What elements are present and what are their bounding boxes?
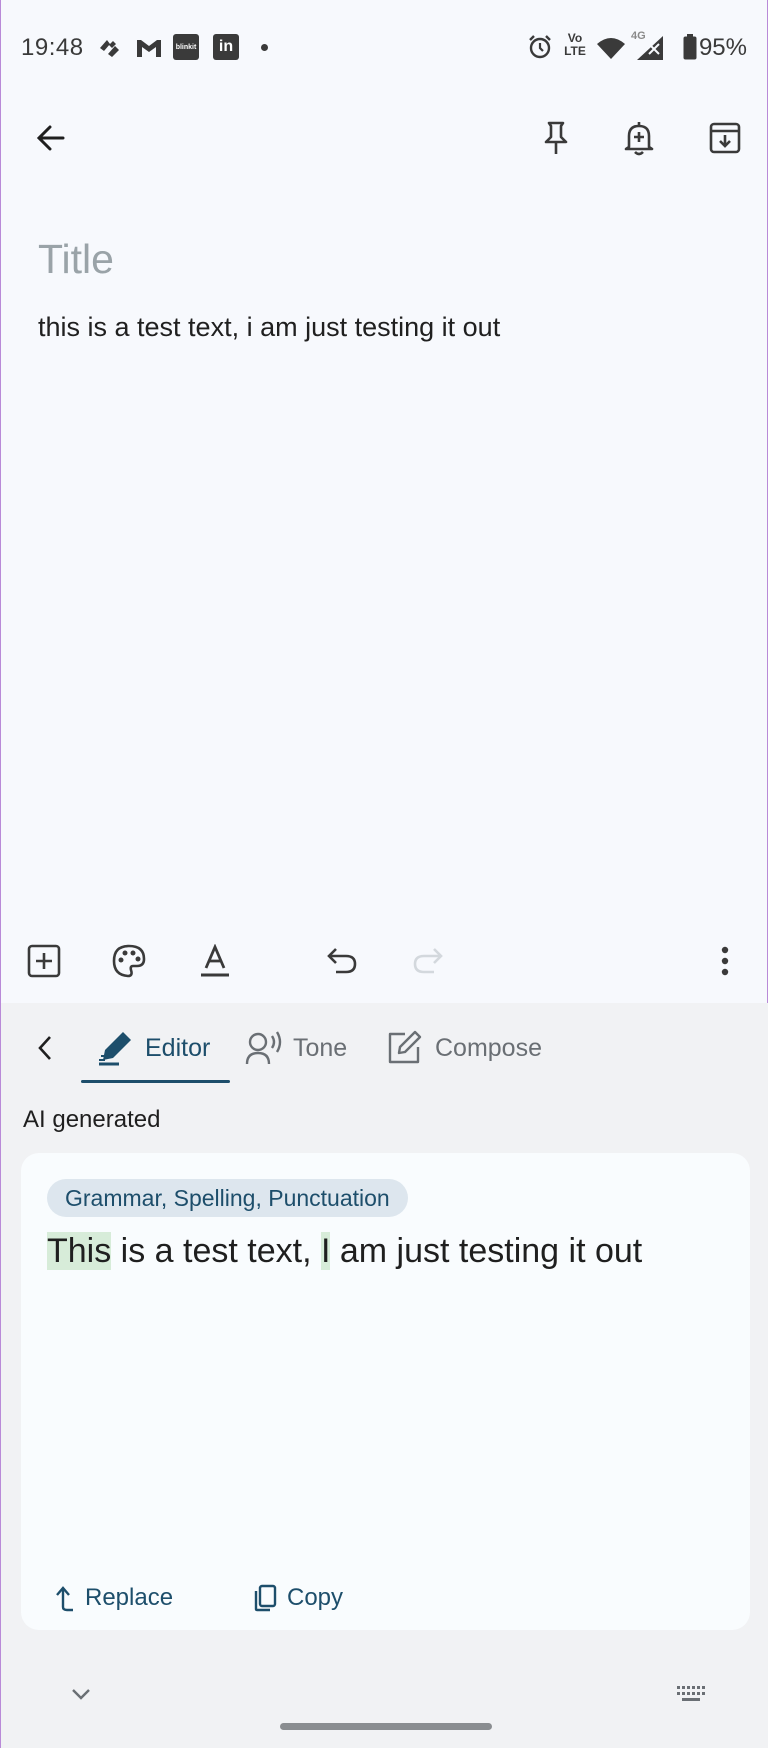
network-label: 4G xyxy=(631,30,646,42)
suggestion-card xyxy=(21,1153,750,1630)
replace-button[interactable]: Replace xyxy=(53,1576,173,1620)
collapse-keyboard-button[interactable] xyxy=(55,1674,107,1714)
tab-tone-label: Tone xyxy=(293,1033,348,1062)
swiggy-icon xyxy=(97,36,123,60)
back-arrow-icon xyxy=(36,125,65,151)
tab-compose[interactable]: Compose xyxy=(385,1018,542,1078)
linkedin-label: in xyxy=(218,38,234,55)
back-button[interactable] xyxy=(23,110,79,166)
archive-icon xyxy=(709,122,741,154)
keyboard-switch-button[interactable] xyxy=(665,1674,717,1714)
redo-icon xyxy=(413,948,443,974)
battery-icon xyxy=(683,34,697,60)
keyboard-icon xyxy=(677,1686,705,1701)
note-title-field[interactable]: Title xyxy=(38,236,114,283)
ai-generated-label: AI generated xyxy=(23,1106,161,1133)
wifi-icon xyxy=(596,36,626,60)
linkedin-icon: in xyxy=(213,34,239,60)
more-vert-icon xyxy=(721,946,729,976)
background-options-button[interactable] xyxy=(101,933,157,989)
blinkit-icon: blinkit xyxy=(173,34,199,60)
undo-button[interactable] xyxy=(314,933,370,989)
tab-compose-label: Compose xyxy=(435,1033,542,1062)
battery-percent: 95% xyxy=(698,34,747,61)
undo-icon xyxy=(327,948,357,974)
suggestion-category-chip: Grammar, Spelling, Punctuation xyxy=(47,1179,408,1217)
tone-icon xyxy=(245,1031,282,1065)
active-tab-indicator xyxy=(81,1080,230,1083)
chevron-down-icon xyxy=(72,1689,90,1700)
suggested-text-segment: is a test text, xyxy=(111,1232,321,1270)
assistant-back-button[interactable] xyxy=(17,1020,73,1076)
volte-icon: Vo LTE xyxy=(563,32,587,58)
status-time: 19:48 xyxy=(21,34,84,61)
copy-button[interactable]: Copy xyxy=(253,1576,343,1620)
redo-button[interactable] xyxy=(400,933,456,989)
note-body-field[interactable]: this is a test text, i am just testing i… xyxy=(38,312,500,343)
archive-button[interactable] xyxy=(697,110,753,166)
tab-editor[interactable]: Editor xyxy=(97,1018,210,1078)
corrected-word: This xyxy=(47,1232,112,1270)
replace-icon xyxy=(56,1586,73,1612)
signal-4g-icon: 4G xyxy=(631,30,665,62)
palette-icon xyxy=(112,944,146,978)
replace-label: Replace xyxy=(85,1584,174,1611)
gmail-icon xyxy=(135,36,163,60)
reminder-bell-icon xyxy=(624,122,654,156)
add-button[interactable] xyxy=(16,933,72,989)
dot-icon xyxy=(261,44,268,51)
add-box-icon xyxy=(27,944,61,978)
suggested-text-segment: am just testing it out xyxy=(330,1232,643,1270)
text-format-icon xyxy=(201,944,229,977)
reminder-button[interactable] xyxy=(611,110,667,166)
chevron-left-icon xyxy=(38,1036,51,1060)
more-options-button[interactable] xyxy=(697,933,753,989)
text-format-button[interactable] xyxy=(187,933,243,989)
pen-icon xyxy=(99,1032,131,1066)
suggested-text[interactable]: This is a test text, I am just testing i… xyxy=(47,1232,642,1271)
volte-bottom-label: LTE xyxy=(564,44,586,58)
home-indicator[interactable] xyxy=(280,1723,492,1730)
pin-button[interactable] xyxy=(528,110,584,166)
pin-icon xyxy=(544,121,568,154)
tab-editor-label: Editor xyxy=(145,1033,211,1062)
tab-tone[interactable]: Tone xyxy=(245,1018,347,1078)
compose-icon xyxy=(388,1030,422,1064)
copy-label: Copy xyxy=(287,1584,344,1611)
alarm-icon xyxy=(527,34,553,60)
copy-icon xyxy=(254,1584,277,1612)
blinkit-label: blinkit xyxy=(175,43,197,51)
